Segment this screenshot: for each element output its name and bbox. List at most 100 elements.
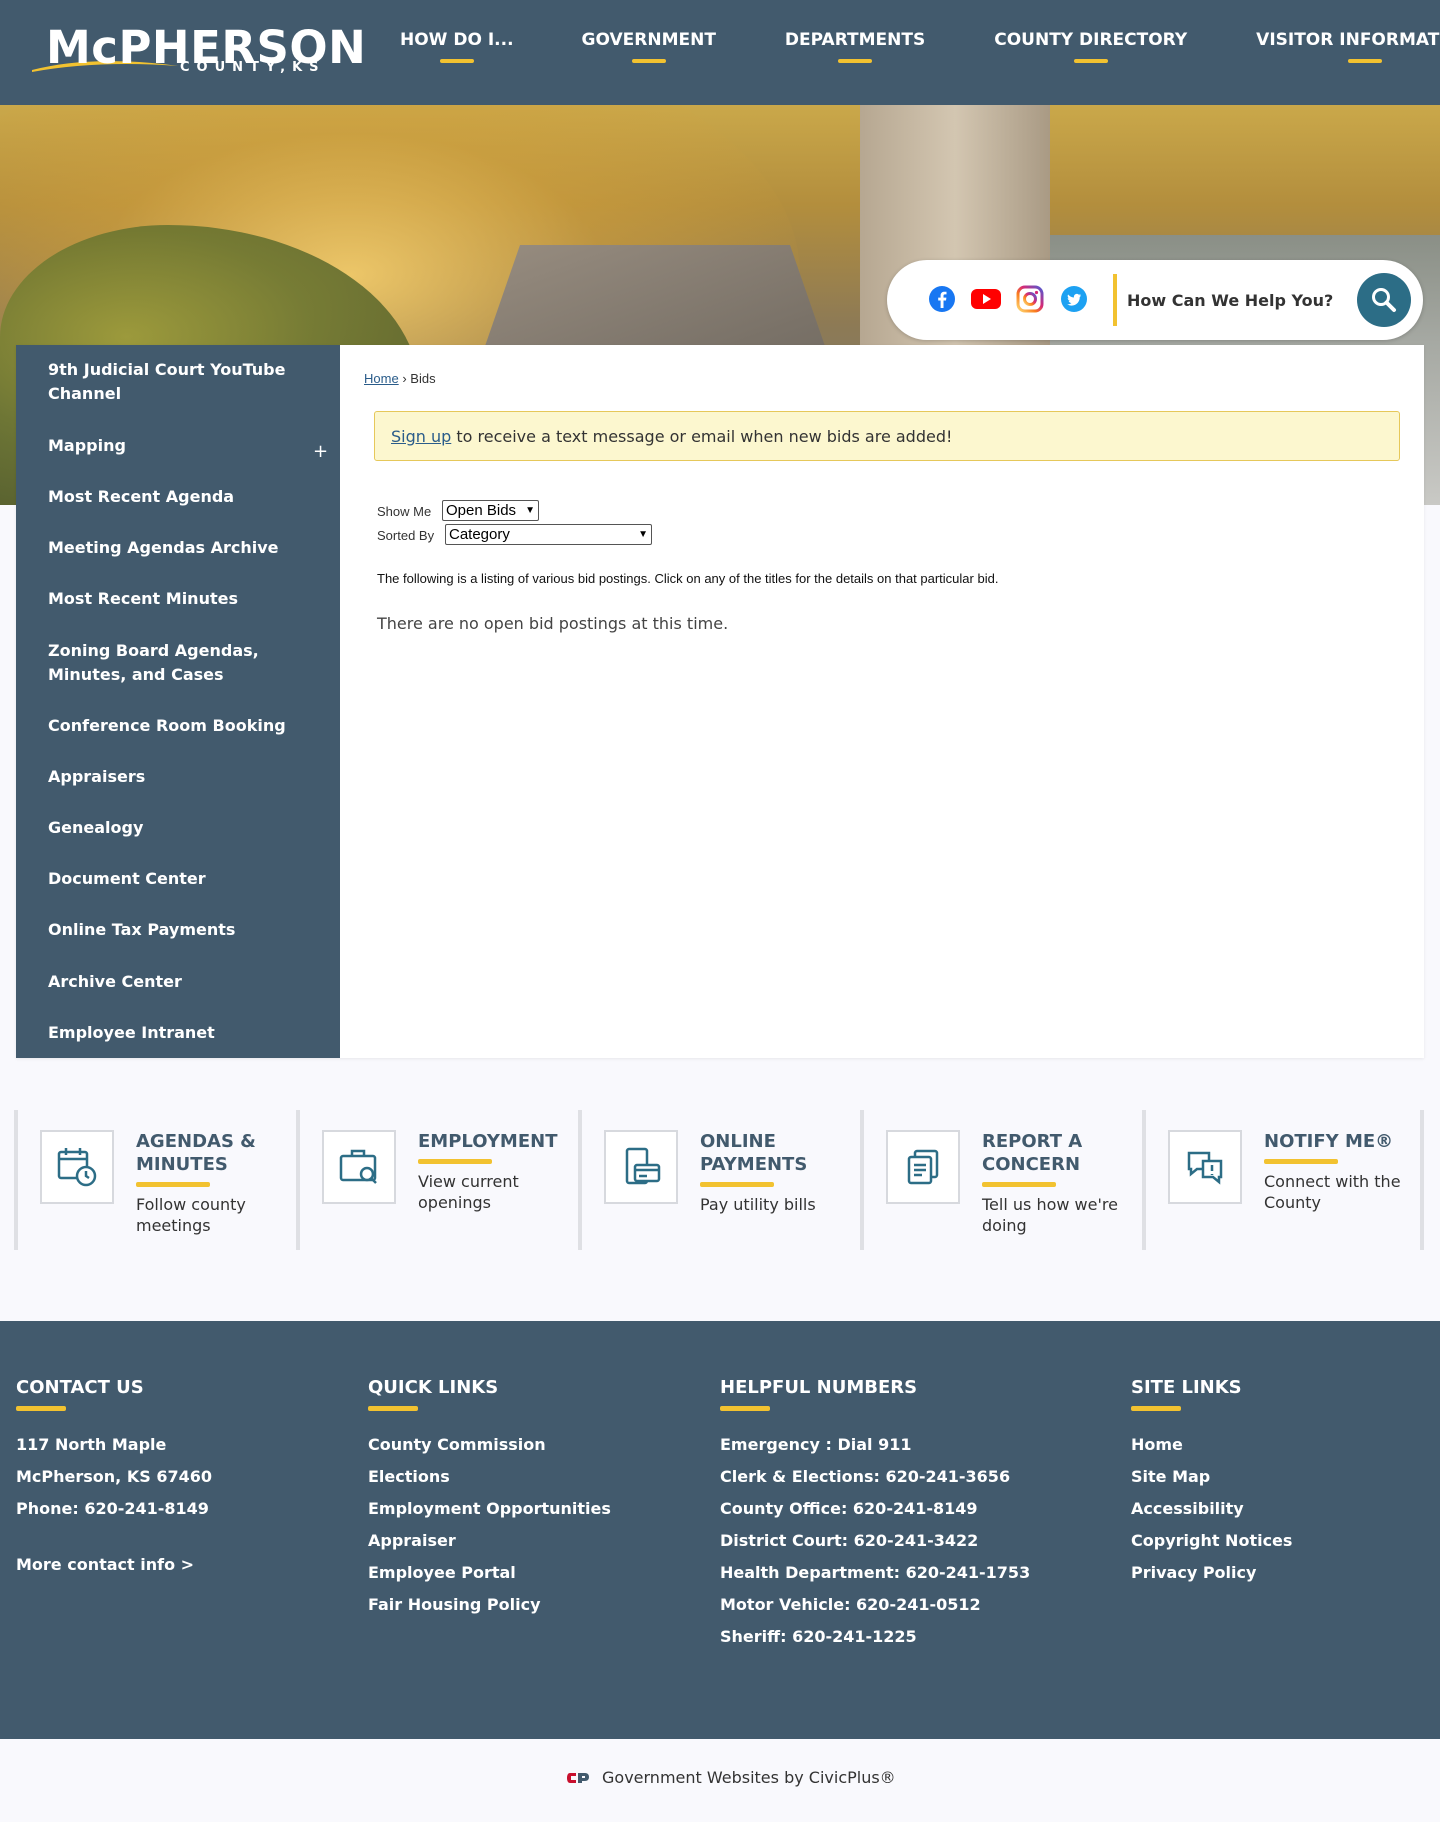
- sidebar-item-most-recent-minutes[interactable]: Most Recent Minutes: [48, 587, 328, 611]
- footer-link[interactable]: Fair Housing Policy: [368, 1589, 611, 1621]
- nav-county-directory[interactable]: COUNTY DIRECTORY: [994, 0, 1187, 105]
- quick-card-notify-me[interactable]: NOTIFY ME® Connect with the County: [1142, 1110, 1424, 1250]
- sidebar-item-court-youtube[interactable]: 9th Judicial Court YouTube Channel: [48, 358, 328, 406]
- nav-government[interactable]: GOVERNMENT: [582, 0, 716, 105]
- sorted-by-select[interactable]: Category ▼: [445, 524, 652, 545]
- logo-subtitle: COUNTY,KS: [180, 60, 326, 75]
- sidebar-item-mapping[interactable]: Mapping: [48, 434, 328, 458]
- sidebar-item-genealogy[interactable]: Genealogy: [48, 816, 328, 840]
- more-contact-link[interactable]: More contact info >: [16, 1549, 212, 1581]
- nav-underline: [439, 59, 474, 63]
- heading-underline: [720, 1406, 770, 1411]
- search-divider: [1113, 274, 1117, 326]
- helpful-number: Sheriff: 620-241-1225: [720, 1627, 917, 1646]
- quick-card-title: REPORT A CONCERN: [982, 1131, 1083, 1175]
- footer-heading: QUICK LINKS: [368, 1377, 499, 1398]
- footer-helpful-numbers: HELPFUL NUMBERS Emergency : Dial 911 Cle…: [720, 1377, 1030, 1653]
- nav-underline: [1348, 59, 1383, 63]
- nav-label: COUNTY DIRECTORY: [994, 30, 1188, 50]
- sidebar-item-zoning-board[interactable]: Zoning Board Agendas, Minutes, and Cases: [48, 639, 278, 687]
- quick-card-desc: Pay utility bills: [700, 1195, 816, 1214]
- show-me-label: Show Me: [377, 504, 432, 519]
- contact-city: McPherson, KS 67460: [16, 1467, 212, 1486]
- quick-card-online-payments[interactable]: ONLINE PAYMENTS Pay utility bills: [578, 1110, 860, 1250]
- nav-underline: [838, 59, 873, 63]
- notify-alert-banner: Sign up to receive a text message or ema…: [374, 411, 1400, 461]
- county-logo[interactable]: McPHERSON COUNTY,KS: [30, 22, 366, 82]
- hero-search-bar: [887, 260, 1423, 340]
- sidebar-item-meeting-agendas-archive[interactable]: Meeting Agendas Archive: [48, 536, 328, 560]
- quick-card-employment[interactable]: EMPLOYMENT View current openings: [296, 1110, 578, 1250]
- contact-phone[interactable]: Phone: 620-241-8149: [16, 1493, 212, 1525]
- quick-card-desc: Tell us how we're doing: [982, 1195, 1118, 1235]
- footer-heading: CONTACT US: [16, 1377, 144, 1398]
- sidebar-item-conference-room-booking[interactable]: Conference Room Booking: [48, 714, 328, 738]
- nav-label: VISITOR INFORMATION: [1256, 30, 1440, 50]
- civicplus-logo-icon: [567, 1772, 589, 1783]
- sidebar-item-employee-intranet[interactable]: Employee Intranet: [48, 1021, 328, 1045]
- breadcrumb: Home › Bids: [364, 371, 436, 386]
- bottom-bar: Government Websites by CivicPlus®: [0, 1739, 1440, 1822]
- nav-departments[interactable]: DEPARTMENTS: [785, 0, 925, 105]
- footer-link[interactable]: Copyright Notices: [1131, 1525, 1292, 1557]
- calendar-clock-icon: [40, 1130, 114, 1204]
- nav-underline: [631, 59, 666, 63]
- chevron-down-icon: ▼: [525, 505, 535, 516]
- sidebar-item-appraisers[interactable]: Appraisers: [48, 765, 328, 789]
- show-me-value: Open Bids: [446, 502, 517, 519]
- footer-link[interactable]: Accessibility: [1131, 1493, 1292, 1525]
- nav-visitor-information[interactable]: VISITOR INFORMATION: [1256, 0, 1440, 105]
- footer-link[interactable]: Employee Portal: [368, 1557, 611, 1589]
- briefcase-search-icon: [322, 1130, 396, 1204]
- quick-card-title: EMPLOYMENT: [418, 1131, 558, 1152]
- quick-card-title: NOTIFY ME®: [1264, 1131, 1394, 1152]
- quick-card-title: ONLINE PAYMENTS: [700, 1131, 808, 1175]
- search-button[interactable]: [1357, 273, 1411, 327]
- heading-underline: [16, 1406, 66, 1411]
- payment-card-icon: [604, 1130, 678, 1204]
- sidebar-item-document-center[interactable]: Document Center: [48, 867, 328, 891]
- nav-underline: [1073, 59, 1108, 63]
- heading-underline: [368, 1406, 418, 1411]
- twitter-icon[interactable]: [1059, 284, 1089, 314]
- sidebar-item-archive-center[interactable]: Archive Center: [48, 970, 328, 994]
- footer-link[interactable]: Site Map: [1131, 1461, 1292, 1493]
- quick-card-report-concern[interactable]: REPORT A CONCERN Tell us how we're doing: [860, 1110, 1142, 1250]
- footer-link[interactable]: Privacy Policy: [1131, 1557, 1292, 1589]
- youtube-icon[interactable]: [971, 284, 1001, 314]
- nav-label: DEPARTMENTS: [784, 30, 926, 50]
- instagram-icon[interactable]: [1015, 284, 1045, 314]
- search-input[interactable]: [1127, 280, 1357, 320]
- footer-contact: CONTACT US 117 North Maple McPherson, KS…: [16, 1377, 212, 1581]
- quick-card-desc: Follow county meetings: [136, 1195, 246, 1235]
- main-nav: HOW DO I... GOVERNMENT DEPARTMENTS COUNT…: [370, 0, 1440, 105]
- no-bids-message: There are no open bid postings at this t…: [377, 614, 729, 633]
- quick-card-agendas[interactable]: AGENDAS & MINUTES Follow county meetings: [14, 1110, 296, 1250]
- quick-card-desc: Connect with the County: [1264, 1172, 1401, 1212]
- helpful-number: District Court: 620-241-3422: [720, 1531, 979, 1550]
- civicplus-credit[interactable]: Government Websites by CivicPlus®: [566, 1768, 896, 1787]
- footer-link[interactable]: Employment Opportunities: [368, 1493, 611, 1525]
- sidebar-nav: 9th Judicial Court YouTube Channel Mappi…: [16, 345, 340, 1058]
- quick-card-title: AGENDAS & MINUTES: [136, 1131, 256, 1175]
- breadcrumb-home-link[interactable]: Home: [364, 371, 399, 386]
- facebook-icon[interactable]: [927, 284, 957, 314]
- notify-bubble-icon: [1168, 1130, 1242, 1204]
- show-me-select[interactable]: Open Bids ▼: [442, 500, 539, 521]
- sign-up-link[interactable]: Sign up: [391, 427, 451, 446]
- footer-link[interactable]: Appraiser: [368, 1525, 611, 1557]
- expand-icon[interactable]: +: [313, 441, 328, 462]
- footer-link[interactable]: Elections: [368, 1461, 611, 1493]
- nav-how-do-i[interactable]: HOW DO I...: [400, 0, 514, 105]
- title-underline: [700, 1182, 774, 1187]
- helpful-number: Emergency : Dial 911: [720, 1435, 912, 1454]
- sidebar-item-most-recent-agenda[interactable]: Most Recent Agenda: [48, 485, 328, 509]
- title-underline: [982, 1182, 1056, 1187]
- helpful-number: Clerk & Elections: 620-241-3656: [720, 1467, 1011, 1486]
- footer-link[interactable]: County Commission: [368, 1429, 611, 1461]
- footer-heading: HELPFUL NUMBERS: [720, 1377, 918, 1398]
- contact-address: 117 North Maple: [16, 1435, 167, 1454]
- nav-label: HOW DO I...: [400, 30, 514, 50]
- sidebar-item-online-tax-payments[interactable]: Online Tax Payments: [48, 918, 328, 942]
- footer-link[interactable]: Home: [1131, 1429, 1292, 1461]
